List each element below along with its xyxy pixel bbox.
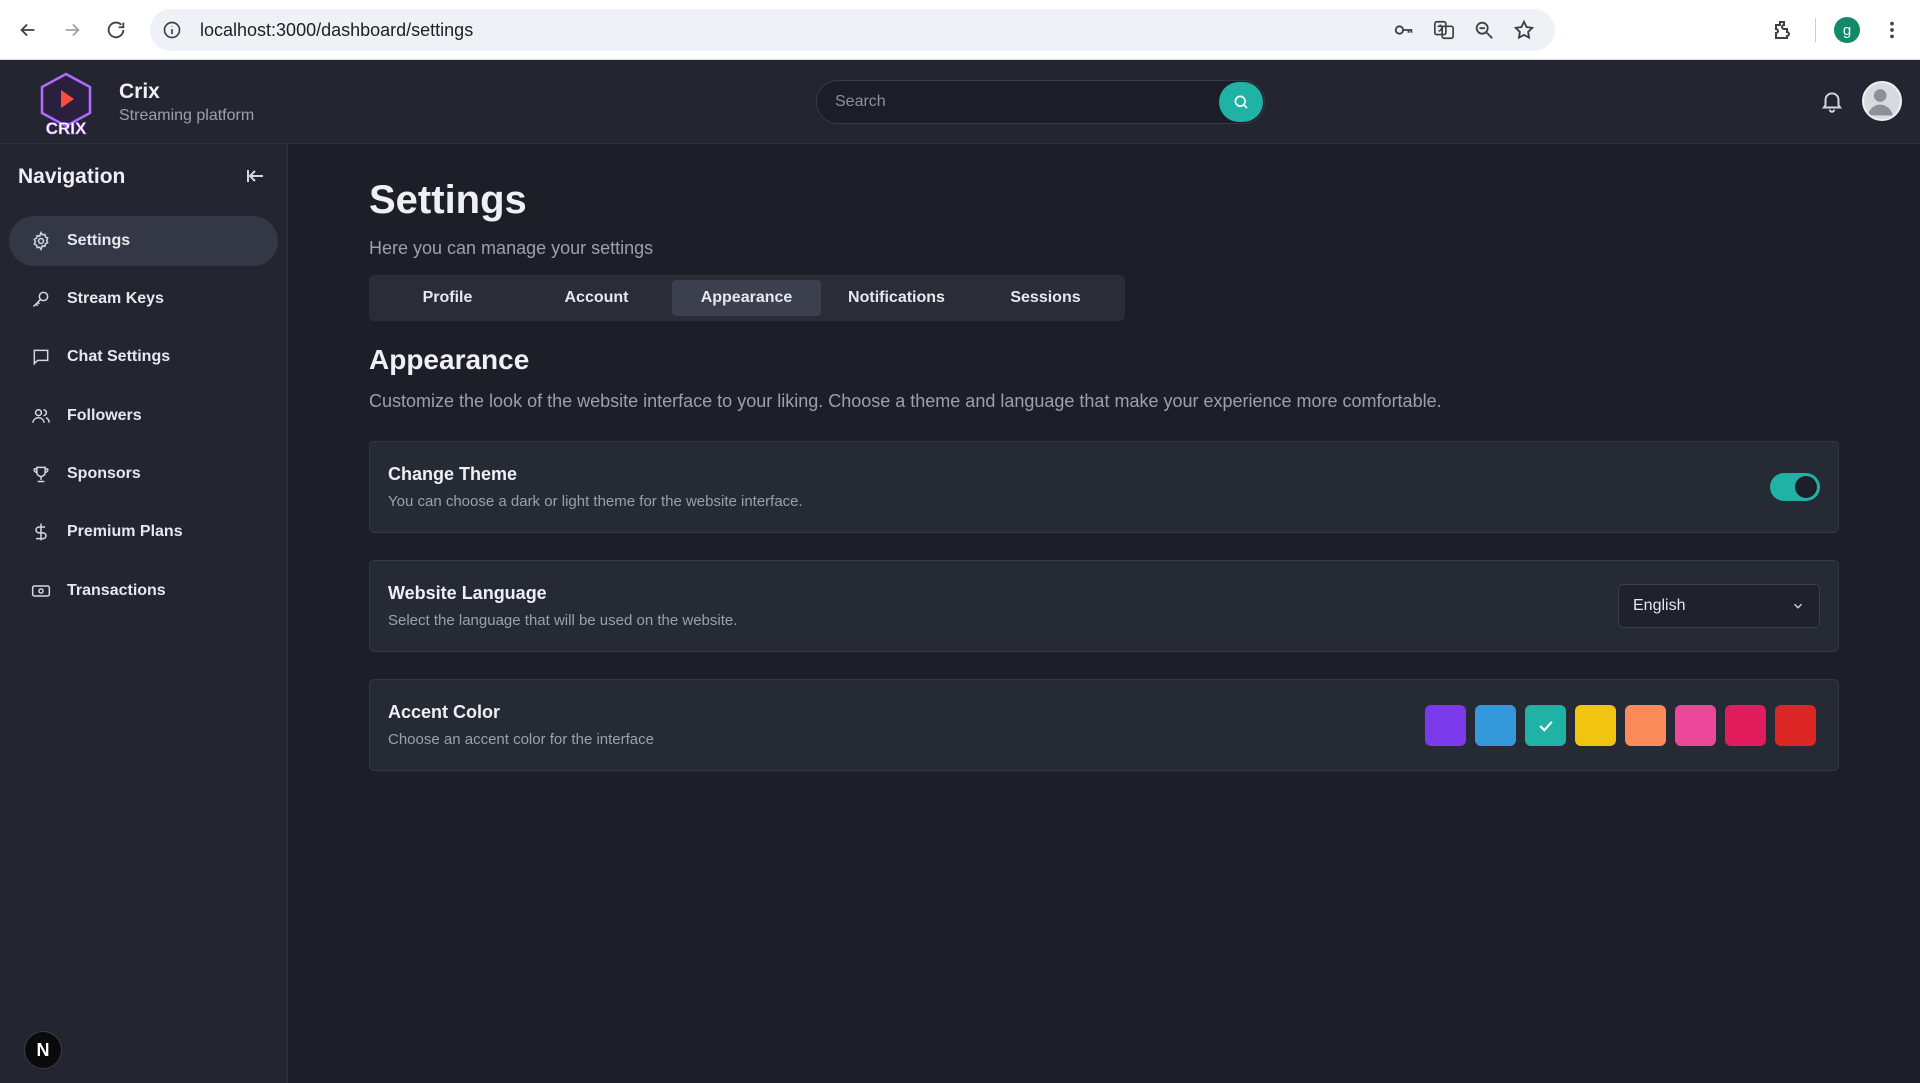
sidebar-item-label: Premium Plans [67,523,183,540]
sidebar-item-premium-plans[interactable]: Premium Plans [9,507,278,557]
tab-sessions[interactable]: Sessions [971,280,1120,316]
toggle-knob [1795,476,1817,498]
section-title: Appearance [369,344,530,375]
language-description: Select the language that will be used on… [388,612,738,629]
sidebar-item-sponsors[interactable]: Sponsors [9,449,278,499]
search-input[interactable] [835,81,1215,123]
toolbar-divider [1815,18,1816,42]
accent-swatch[interactable] [1775,705,1816,746]
search-icon [1234,95,1248,109]
language-selected-value: English [1633,597,1686,614]
search-bar [816,80,1265,124]
accent-swatch[interactable] [1475,705,1516,746]
url-text: localhost:3000/dashboard/settings [200,19,474,40]
brand-name: Crix [119,80,160,103]
language-card: Website Language Select the language tha… [369,560,1839,652]
sidebar-item-label: Transactions [67,582,166,599]
sidebar-item-transactions[interactable]: Transactions [9,566,278,616]
language-title: Website Language [388,583,547,603]
arrow-right-icon [65,23,80,37]
accent-color-card: Accent Color Choose an accent color for … [369,679,1839,771]
brand-subtitle: Streaming platform [119,107,255,124]
page-subtitle: Here you can manage your settings [369,238,654,258]
reload-button[interactable] [96,10,136,50]
crix-logo[interactable]: CRIX [36,70,96,140]
accent-swatch[interactable] [1575,705,1616,746]
sidebar-item-label: Chat Settings [67,348,171,365]
tab-account[interactable]: Account [522,280,671,316]
search-button[interactable] [1219,82,1263,122]
sidebar-item-label: Followers [67,407,142,424]
check-icon [1538,720,1553,732]
theme-card: Change Theme You can choose a dark or li… [369,441,1839,533]
address-bar[interactable]: localhost:3000/dashboard/settings [150,9,1555,51]
browser-toolbar: localhost:3000/dashboard/settings g [0,0,1920,60]
chat-icon [31,347,51,367]
chevron-down-icon [1791,599,1805,613]
tab-profile[interactable]: Profile [373,280,522,316]
user-avatar[interactable] [1862,81,1902,121]
logo-text: CRIX [46,119,87,138]
accent-color-description: Choose an accent color for the interface [388,731,654,748]
accent-swatch[interactable] [1675,705,1716,746]
banknote-icon [31,581,51,601]
accent-color-swatches [1425,705,1816,746]
reload-icon [107,21,125,39]
accent-swatch[interactable] [1625,705,1666,746]
accent-swatch[interactable] [1725,705,1766,746]
key-icon[interactable] [1391,17,1417,43]
collapse-arrow-icon [247,170,263,182]
language-select[interactable]: English [1618,584,1820,628]
sidebar-item-chat-settings[interactable]: Chat Settings [9,332,278,382]
sidebar-item-label: Stream Keys [67,290,164,307]
user-icon [1867,89,1893,116]
accent-swatch[interactable] [1525,705,1566,746]
sidebar-item-stream-keys[interactable]: Stream Keys [9,274,278,324]
kebab-menu-icon[interactable] [1878,16,1906,44]
extensions-icon[interactable] [1769,16,1797,44]
sidebar-item-label: Settings [67,232,131,249]
page-title: Settings [369,178,527,222]
zoom-icon[interactable] [1471,17,1497,43]
theme-description: You can choose a dark or light theme for… [388,493,803,510]
sidebar-item-followers[interactable]: Followers [9,391,278,441]
accent-swatch[interactable] [1425,705,1466,746]
collapse-sidebar-button[interactable] [244,164,268,188]
forward-button[interactable] [52,10,92,50]
tab-notifications[interactable]: Notifications [822,280,971,316]
back-button[interactable] [8,10,48,50]
nextjs-dev-badge[interactable]: N [24,1031,62,1069]
sidebar-title: Navigation [18,165,126,188]
theme-title: Change Theme [388,464,518,484]
trophy-icon [31,464,51,484]
bookmark-star-icon[interactable] [1511,17,1537,43]
accent-color-title: Accent Color [388,702,501,722]
key-icon [31,289,51,309]
arrow-left-icon [20,23,35,37]
users-icon [31,406,51,426]
tab-appearance[interactable]: Appearance [672,280,821,316]
translate-icon[interactable] [1431,17,1457,43]
sidebar-item-settings[interactable]: Settings [9,216,278,266]
settings-tabs: Profile Account Appearance Notifications… [369,275,1125,321]
gear-icon [31,231,51,251]
section-description: Customize the look of the website interf… [369,391,1442,411]
browser-profile-avatar[interactable]: g [1834,17,1860,43]
notifications-button[interactable] [1819,88,1845,114]
theme-toggle[interactable] [1770,473,1820,501]
sidebar-item-label: Sponsors [67,465,141,482]
dollar-icon [31,522,51,542]
site-info-icon[interactable] [162,20,182,40]
bell-icon [1821,92,1843,113]
